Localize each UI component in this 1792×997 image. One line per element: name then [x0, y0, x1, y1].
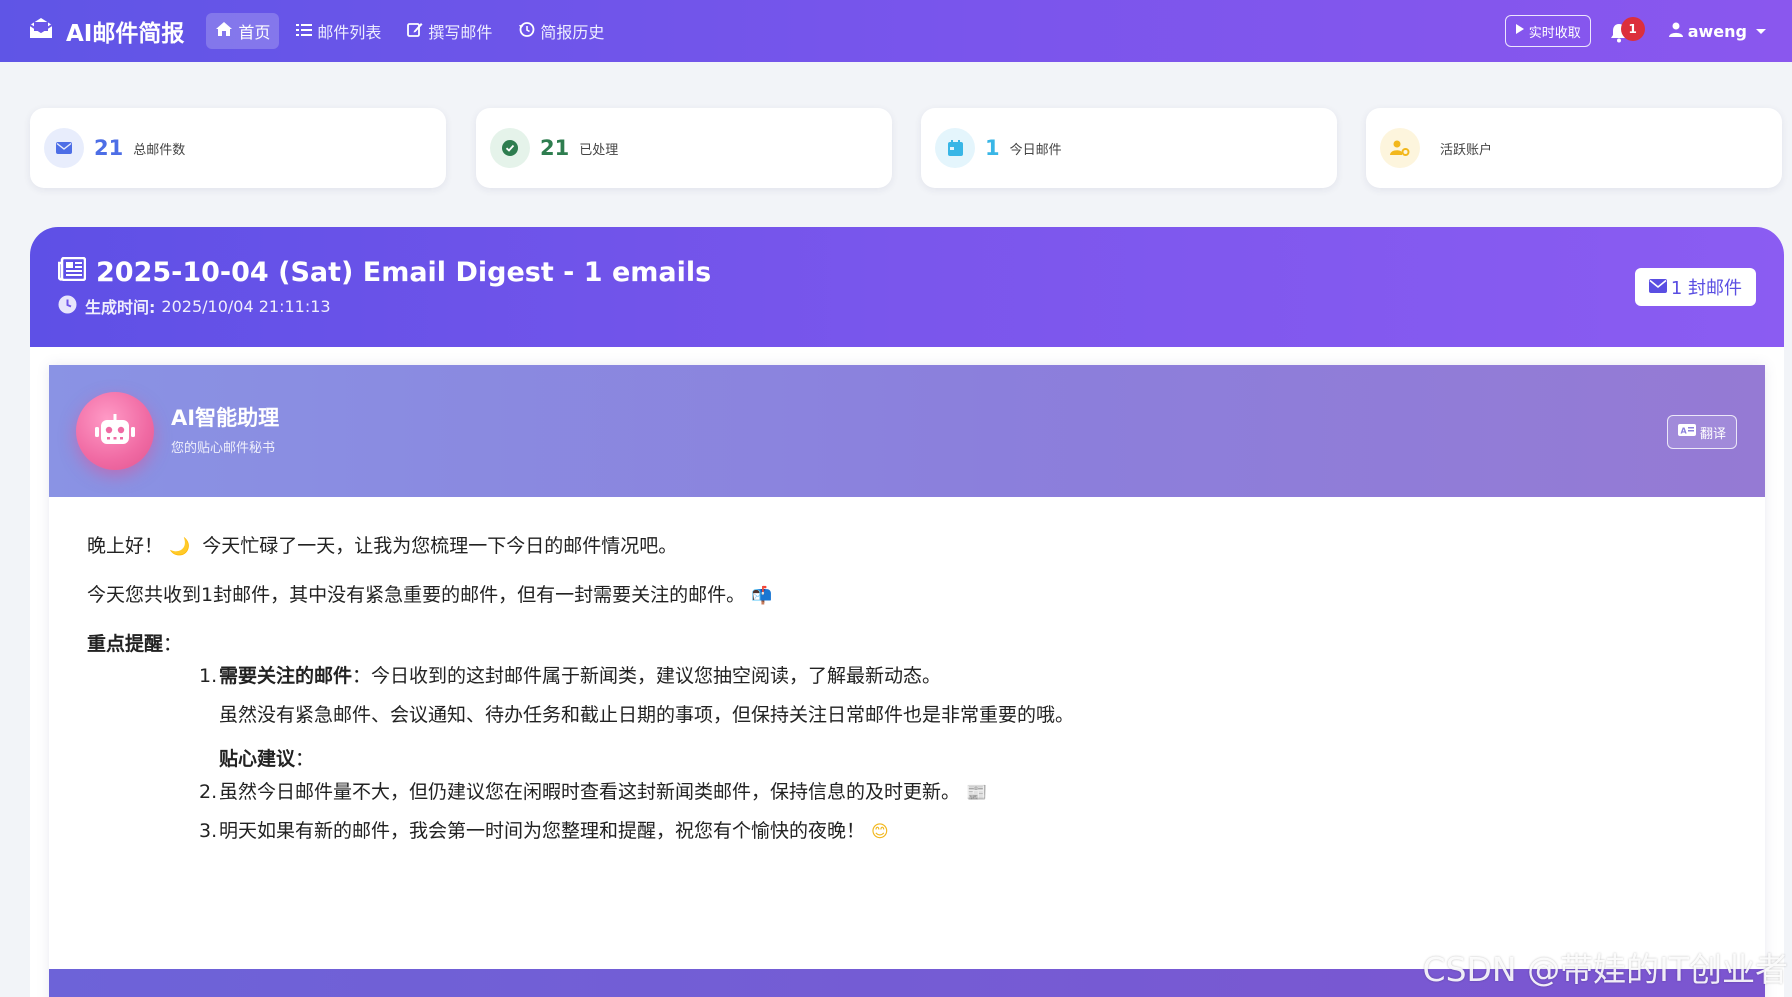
list-item-number: 1.	[199, 665, 218, 688]
list-item-bold: 需要关注的邮件	[219, 665, 353, 688]
nav-home-label: 首页	[238, 23, 271, 42]
list-item-text: 明天如果有新的邮件，我会第一时间为您整理和提醒，祝您有个愉快的夜晚！	[219, 819, 866, 842]
realtime-fetch-button[interactable]: 实时收取	[1504, 15, 1591, 47]
watermark: CSDN @带娃的IT创业者	[1422, 950, 1788, 989]
notification-bell[interactable]: 1	[1605, 11, 1645, 51]
check-circle-icon	[490, 128, 530, 168]
stat-label: 总邮件数	[133, 142, 186, 158]
summary-text: 今天您共收到1封邮件，其中没有紧急重要的邮件，但有一封需要关注的邮件。	[87, 583, 746, 606]
stat-value: 1	[985, 136, 1000, 160]
tips-label: 贴心建议	[219, 748, 296, 771]
stat-processed: 21 已处理	[476, 108, 892, 188]
digest-title-text: 2025-10-04 (Sat) Email Digest - 1 emails	[96, 257, 712, 288]
robot-icon	[76, 392, 154, 470]
nav-history[interactable]: 简报历史	[509, 13, 613, 49]
stat-label: 活跃账户	[1440, 142, 1493, 158]
username: aweng	[1687, 21, 1747, 41]
ai-assistant-header: AI智能助理 您的贴心邮件秘书 A 翻译	[49, 365, 1765, 497]
greeting-rest: 今天忙碌了一天，让我为您梳理一下今日的邮件情况吧。	[202, 535, 678, 557]
assistant-message: 晚上好！ 🌙 今天忙碌了一天，让我为您梳理一下今日的邮件情况吧。 今天您共收到1封…	[49, 497, 1765, 845]
user-menu[interactable]: aweng	[1668, 21, 1766, 41]
chevron-down-icon	[1756, 28, 1766, 34]
greeting-paragraph: 晚上好！ 🌙 今天忙碌了一天，让我为您梳理一下今日的邮件情况吧。	[87, 533, 1727, 560]
nav-history-label: 简报历史	[540, 23, 605, 42]
stat-active-accounts: 活跃账户	[1366, 108, 1782, 188]
email-count-button[interactable]: 1 封邮件	[1634, 268, 1756, 306]
stat-total-emails: 21 总邮件数	[30, 108, 446, 188]
home-icon	[215, 21, 238, 41]
email-count-label: 1 封邮件	[1670, 278, 1742, 299]
list-icon	[296, 22, 317, 41]
list-item: 3. 明天如果有新的邮件，我会第一时间为您整理和提醒，祝您有个愉快的夜晚！ 😊	[199, 818, 1727, 845]
stat-today-emails: 1 今日邮件	[921, 108, 1337, 188]
digest-generated-time: 生成时间: 2025/10/04 21:11:13	[58, 294, 331, 318]
brand[interactable]: AI邮件简报	[28, 14, 184, 48]
calendar-icon	[935, 128, 975, 168]
svg-text:A: A	[1680, 427, 1687, 436]
realtime-fetch-label: 实时收取	[1528, 25, 1581, 41]
history-icon	[518, 21, 540, 42]
envelope-icon	[44, 128, 84, 168]
list-item: 1. 需要关注的邮件：今日收到的这封邮件属于新闻类，建议您抽空阅读，了解最新动态…	[199, 663, 1727, 690]
user-gear-icon	[1380, 128, 1420, 168]
language-icon: A	[1677, 424, 1700, 440]
envelope-open-icon	[28, 16, 66, 46]
user-icon	[1668, 22, 1688, 41]
stat-label: 已处理	[579, 142, 619, 158]
nav-home[interactable]: 首页	[206, 13, 280, 49]
greeting-text: 晚上好！	[87, 535, 164, 557]
top-navbar: AI邮件简报 首页 邮件列表 撰写邮件 简报历史 实时收取 1 aweng	[0, 0, 1792, 62]
list-item-extra: 虽然没有紧急邮件、会议通知、待办任务和截止日期的事项，但保持关注日常邮件也是非常…	[219, 703, 1075, 726]
nav-compose-label: 撰写邮件	[428, 23, 493, 42]
translate-button[interactable]: A 翻译	[1666, 415, 1737, 449]
list-item-text: 虽然今日邮件量不大，但仍建议您在闲暇时查看这封新闻类邮件，保持信息的及时更新。	[219, 780, 961, 803]
digest-title: 2025-10-04 (Sat) Email Digest - 1 emails	[57, 256, 712, 288]
nav-email-list-label: 邮件列表	[317, 23, 382, 42]
stat-label: 今日邮件	[1009, 142, 1062, 158]
mailbox-icon: 📬	[751, 585, 773, 606]
list-item-number: 2.	[199, 780, 218, 803]
edit-icon	[407, 21, 428, 41]
clock-icon	[58, 295, 85, 318]
nav-links: 首页 邮件列表 撰写邮件 简报历史	[206, 13, 621, 49]
stat-value: 21	[540, 136, 570, 160]
play-icon	[1515, 23, 1529, 39]
digest-header: 2025-10-04 (Sat) Email Digest - 1 emails…	[30, 227, 1784, 347]
time-label: 生成时间:	[85, 298, 156, 317]
nav-email-list[interactable]: 邮件列表	[287, 13, 390, 49]
tips-heading: 贴心建议：	[219, 748, 315, 771]
nav-compose[interactable]: 撰写邮件	[398, 13, 501, 49]
newspaper-emoji-icon: 📰	[966, 782, 988, 803]
brand-title: AI邮件简报	[66, 21, 185, 47]
smile-icon: 😊	[871, 821, 889, 842]
assistant-name: AI智能助理	[171, 406, 280, 430]
summary-paragraph: 今天您共收到1封邮件，其中没有紧急重要的邮件，但有一封需要关注的邮件。 📬	[87, 582, 1727, 609]
stat-value: 21	[94, 136, 124, 160]
list-item-text: ：今日收到的这封邮件属于新闻类，建议您抽空阅读，了解最新动态。	[352, 665, 942, 688]
envelope-icon	[1648, 277, 1671, 298]
digest-card: 2025-10-04 (Sat) Email Digest - 1 emails…	[30, 227, 1784, 997]
assistant-subtitle: 您的贴心邮件秘书	[171, 441, 276, 456]
highlights-heading: 重点提醒：	[87, 632, 183, 655]
navbar-right: 实时收取 1 aweng	[1504, 0, 1792, 62]
ai-assistant-panel: AI智能助理 您的贴心邮件秘书 A 翻译 晚上好！ 🌙 今天忙碌了一天，让我为您梳…	[49, 365, 1765, 997]
moon-icon: 🌙	[169, 537, 191, 557]
newspaper-icon	[57, 256, 96, 288]
highlights-list: 1. 需要关注的邮件：今日收到的这封邮件属于新闻类，建议您抽空阅读，了解最新动态…	[199, 663, 1727, 844]
time-value: 2025/10/04 21:11:13	[161, 296, 331, 316]
list-item: 2. 虽然今日邮件量不大，但仍建议您在闲暇时查看这封新闻类邮件，保持信息的及时更…	[199, 779, 1727, 806]
list-item-number: 3.	[199, 819, 218, 842]
notification-badge: 1	[1620, 17, 1645, 41]
translate-label: 翻译	[1699, 426, 1726, 442]
highlights-label: 重点提醒	[87, 632, 164, 655]
